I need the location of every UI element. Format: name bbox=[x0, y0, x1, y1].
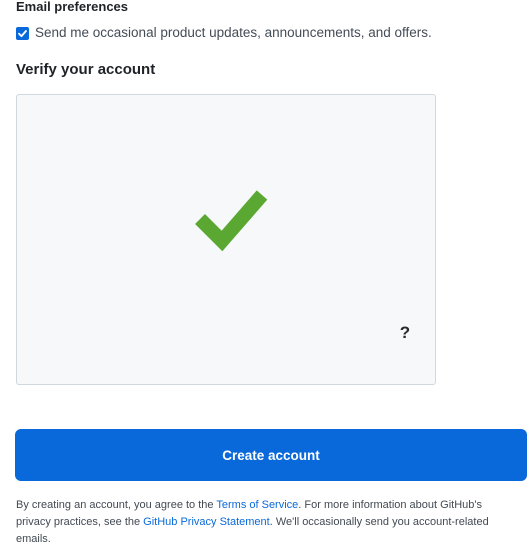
legal-notice: By creating an account, you agree to the… bbox=[16, 497, 516, 548]
check-icon bbox=[18, 29, 27, 37]
terms-of-service-link[interactable]: Terms of Service bbox=[216, 499, 298, 511]
email-opt-in-label[interactable]: Send me occasional product updates, anno… bbox=[35, 25, 432, 41]
privacy-statement-link[interactable]: GitHub Privacy Statement bbox=[143, 516, 270, 528]
captcha-verification-panel: ? bbox=[16, 94, 436, 385]
email-preferences-heading: Email preferences bbox=[16, 0, 129, 14]
email-opt-in-row[interactable]: Send me occasional product updates, anno… bbox=[16, 25, 432, 41]
create-account-button[interactable]: Create account bbox=[15, 429, 527, 481]
legal-text-part-1: By creating an account, you agree to the bbox=[16, 499, 217, 511]
checkmark-icon bbox=[195, 190, 268, 252]
email-opt-in-checkbox[interactable] bbox=[16, 26, 29, 40]
captcha-help-button[interactable]: ? bbox=[395, 321, 415, 345]
verify-account-heading: Verify your account bbox=[16, 61, 156, 78]
